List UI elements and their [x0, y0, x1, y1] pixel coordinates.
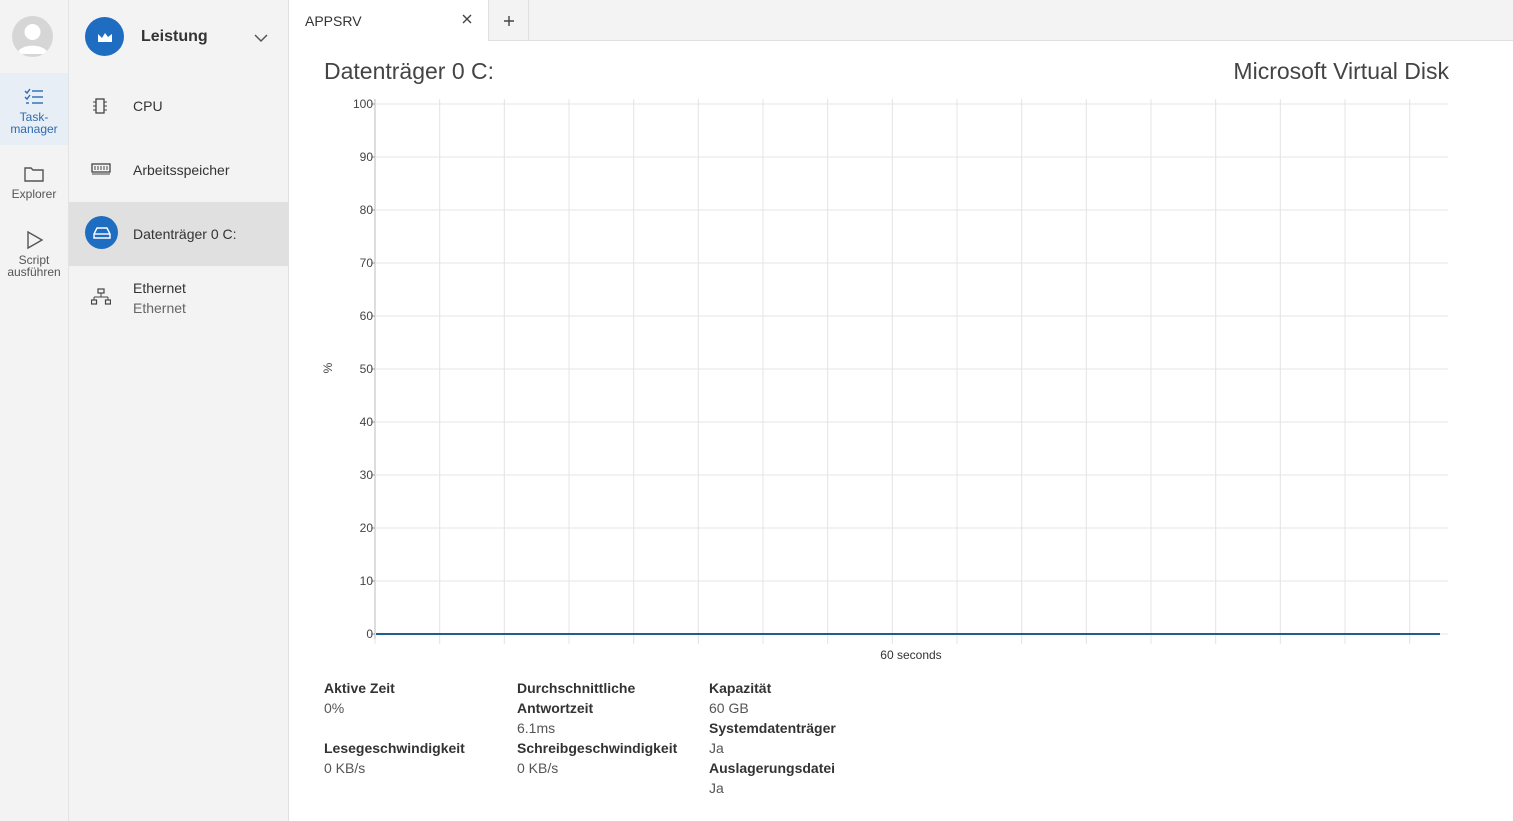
x-axis-label: 60 seconds	[880, 648, 941, 662]
close-icon[interactable]	[461, 13, 473, 25]
rail-item-label: Explorer	[11, 187, 57, 201]
rail-item-script[interactable]: Script ausführen	[0, 216, 68, 288]
stat-avg-response-value: 6.1ms	[517, 720, 556, 736]
add-tab-button[interactable]	[489, 0, 529, 41]
tasklist-icon	[24, 88, 43, 104]
y-tick-label: 60	[360, 309, 374, 323]
cpu-icon	[93, 98, 107, 114]
stat-read-speed-label: Lesegeschwindigkeit	[324, 740, 465, 756]
stat-system-disk-value: Ja	[709, 740, 724, 756]
y-axis-label: %	[321, 362, 335, 373]
stat-write-speed-value: 0 KB/s	[517, 760, 559, 776]
rail-item-label: manager	[10, 122, 58, 136]
folder-icon	[24, 167, 44, 182]
y-tick-label: 50	[360, 362, 374, 376]
chevron-down-icon[interactable]	[253, 30, 269, 46]
tab-label: APPSRV	[305, 13, 362, 29]
memory-icon	[91, 163, 111, 175]
disk-usage-chart: 0 10 20 30 40 50 60 70 80 90 100 % 60 seconds	[321, 97, 1448, 662]
y-tick-label: 100	[353, 97, 373, 111]
play-icon	[27, 230, 44, 250]
stat-avg-response-label-2: Antwortzeit	[517, 700, 594, 716]
y-tick-label: 90	[360, 150, 374, 164]
nav-item-cpu[interactable]: CPU	[69, 74, 288, 138]
disk-icon	[85, 216, 118, 249]
nav-item-ethernet[interactable]: Ethernet Ethernet	[69, 266, 288, 338]
stat-page-file-label: Auslagerungsdatei	[709, 760, 836, 776]
rail-item-explorer[interactable]: Explorer	[0, 150, 68, 222]
stat-capacity-value: 60 GB	[709, 700, 749, 716]
performance-icon	[85, 17, 124, 56]
disk-model: Microsoft Virtual Disk	[1233, 58, 1449, 84]
nav-header-title: Leistung	[141, 28, 208, 45]
stat-read-speed-value: 0 KB/s	[324, 760, 366, 776]
stat-page-file-value: Ja	[709, 780, 724, 796]
stat-capacity-label: Kapazität	[709, 680, 772, 696]
y-tick-label: 0	[366, 627, 373, 641]
y-tick-label: 30	[360, 468, 374, 482]
y-tick-label: 20	[360, 521, 374, 535]
stat-system-disk-label: Systemdatenträger	[709, 720, 836, 736]
nav-item-label: Datenträger 0 C:	[133, 226, 237, 242]
stat-active-time-value: 0%	[324, 700, 345, 716]
stat-active-time-label: Aktive Zeit	[324, 680, 395, 696]
stat-write-speed-label: Schreibgeschwindigkeit	[517, 740, 678, 756]
y-tick-label: 10	[360, 574, 374, 588]
nav-item-label: Ethernet	[133, 280, 186, 296]
rail-item-taskmanager[interactable]: Task- manager	[0, 73, 68, 145]
page-title: Datenträger 0 C:	[324, 58, 495, 84]
y-tick-label: 40	[360, 415, 374, 429]
nav-item-label: Arbeitsspeicher	[133, 162, 230, 178]
app-rail: Task- manager Explorer Script ausführen	[0, 0, 69, 821]
network-icon	[91, 288, 111, 305]
y-tick-label: 80	[360, 203, 374, 217]
tab-appsrv[interactable]: APPSRV	[289, 0, 489, 41]
performance-nav: Leistung CPU Arbeitsspeicher Datenträger…	[69, 0, 289, 821]
plus-icon	[503, 15, 514, 26]
rail-item-label: ausführen	[7, 265, 61, 279]
y-tick-label: 70	[360, 256, 374, 270]
nav-header[interactable]: Leistung	[69, 0, 288, 74]
tab-bar: APPSRV	[289, 0, 1513, 41]
nav-item-memory[interactable]: Arbeitsspeicher	[69, 138, 288, 202]
avatar[interactable]	[12, 16, 53, 57]
nav-item-disk[interactable]: Datenträger 0 C:	[69, 202, 288, 266]
nav-item-label: CPU	[133, 98, 163, 114]
nav-item-sublabel: Ethernet	[133, 300, 186, 316]
stat-avg-response-label: Durchschnittliche	[517, 680, 636, 696]
user-avatar-icon	[17, 24, 48, 54]
